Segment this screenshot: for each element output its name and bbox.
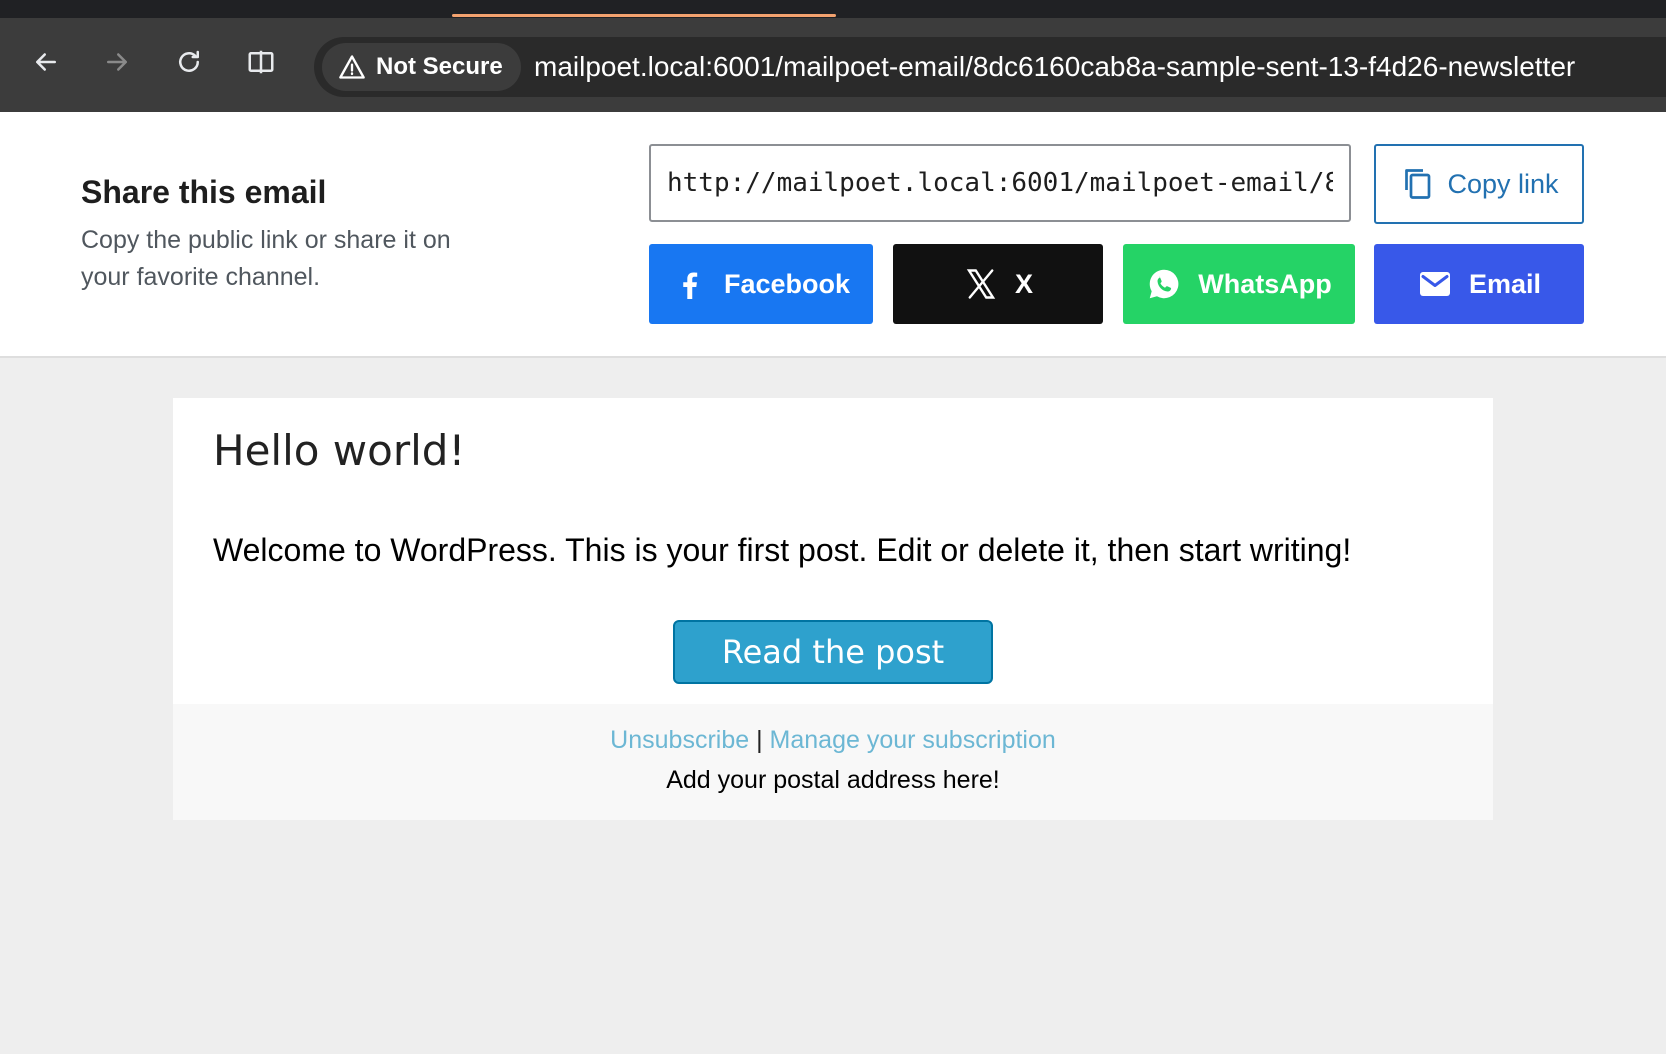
email-label: Email [1468,268,1542,299]
footer-separator: | [756,726,763,754]
footer-links: Unsubscribe | Manage your subscription [173,726,1493,755]
arrow-right-icon [107,53,127,71]
email-footer: Unsubscribe | Manage your subscription A… [173,704,1493,820]
postal-address: Add your postal address here! [666,766,1000,794]
share-facebook-button[interactable]: Facebook [649,244,873,324]
back-button[interactable] [24,40,68,84]
mail-icon [1419,272,1450,296]
warning-icon [339,55,365,79]
email-content: Hello world! Welcome to WordPress. This … [173,398,1493,704]
public-link-field[interactable] [649,144,1351,222]
reload-button[interactable] [167,40,211,84]
share-whatsapp-button[interactable]: WhatsApp [1123,244,1355,324]
unsubscribe-link[interactable]: Unsubscribe [610,726,749,754]
share-email-button[interactable]: Email [1374,244,1584,324]
security-label: Not Secure [376,53,503,80]
copy-link-button[interactable]: Copy link [1374,144,1584,224]
copy-icon [1405,169,1431,199]
security-chip[interactable]: Not Secure [322,43,521,91]
manage-subscription-link[interactable]: Manage your subscription [770,726,1056,754]
arrow-left-icon [36,53,56,71]
forward-button[interactable] [95,40,139,84]
share-x-button[interactable]: X [893,244,1103,324]
facebook-icon [683,272,698,299]
email-heading: Hello world! [213,426,466,475]
whatsapp-label: WhatsApp [1198,268,1332,299]
share-bar: Share this email Copy the public link or… [0,112,1666,358]
read-post-button[interactable]: Read the post [673,620,993,684]
whatsapp-icon [1149,269,1179,299]
tab-strip [0,0,1666,18]
copy-link-label: Copy link [1447,168,1559,199]
reload-icon [179,50,199,72]
reading-mode-button[interactable] [239,40,283,84]
facebook-label: Facebook [723,268,851,299]
x-label: X [1014,268,1033,299]
x-logo-icon [966,269,996,299]
browser-toolbar: Not Secure mailpoet.local:6001/mailpoet-… [0,0,1666,112]
share-title: Share this email [81,174,327,210]
share-description: Copy the public link or share it on your… [81,226,451,291]
url-text[interactable]: mailpoet.local:6001/mailpoet-email/8dc61… [534,37,1575,97]
split-view-icon [248,50,274,74]
email-body-text: Welcome to WordPress. This is your first… [213,532,1352,568]
address-bar[interactable]: Not Secure mailpoet.local:6001/mailpoet-… [314,37,1666,97]
tab-loading-indicator [452,14,836,17]
